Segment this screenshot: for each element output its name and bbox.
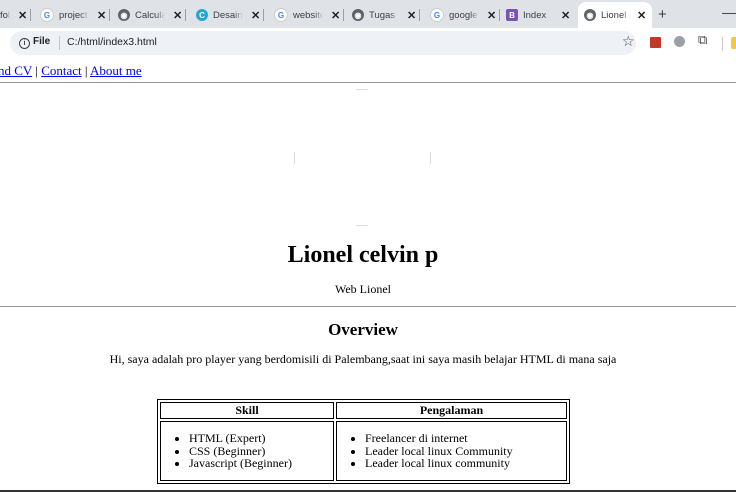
google-icon: G [40,8,54,22]
page-title: Lionel celvin p [287,242,439,268]
experience-cell: Freelancer di internet Leader local linu… [336,421,567,481]
table-header-row: Skill Pengalaman [160,402,567,419]
tab-title: website [293,9,323,21]
divider [0,82,736,83]
page-subtitle: Web Lionel [334,282,391,296]
close-icon[interactable]: ✕ [173,9,182,22]
tab-title: google [449,9,478,21]
close-icon[interactable]: ✕ [97,9,106,22]
google-icon: G [274,8,288,22]
close-icon[interactable]: ✕ [251,9,260,22]
tab-lionel-active[interactable]: ◉ Lionel c ✕ [578,2,653,28]
extensions-puzzle-icon[interactable]: ⧉ [698,33,707,48]
tab-title: Calculat [135,9,165,21]
skills-cell: HTML (Expert) CSS (Beginner) Javascript … [160,421,334,481]
list-item: Leader local linux community [365,457,566,470]
tab-website[interactable]: G website ✕ [274,4,345,26]
overview-heading: Overview [328,320,398,339]
globe-icon: ◉ [118,9,130,21]
table-row: HTML (Expert) CSS (Beginner) Javascript … [160,421,567,481]
close-icon[interactable]: ✕ [561,9,570,22]
skills-table: Skill Pengalaman HTML (Expert) CSS (Begi… [157,399,570,484]
globe-icon: ◉ [584,9,596,21]
overview-text: Hi, saya adalah pro player yang berdomis… [109,352,617,366]
minimize-button[interactable]: — [722,4,736,20]
tab-title: Index [523,9,547,21]
table-header: Pengalaman [336,402,567,419]
bookmark-star-icon[interactable]: ☆ [622,34,635,50]
tab-desain[interactable]: C Desain ✕ [196,4,265,26]
page-nav: nd CV | Contact | About me [0,63,142,78]
info-icon[interactable]: i [19,38,30,49]
scheme-label: File [33,36,51,47]
experience-list: Freelancer di internet Leader local linu… [337,432,566,470]
nav-link-cv[interactable]: nd CV [0,63,32,78]
tab-title: foli [0,9,10,21]
bootstrap-icon: B [506,9,518,21]
globe-icon: ◉ [352,9,364,21]
tab-tugas[interactable]: ◉ Tugas ✕ [352,4,421,26]
address-bar[interactable]: i File C:/html/index3.html ☆ [10,31,636,55]
close-icon[interactable]: ✕ [18,9,27,22]
list-item: Freelancer di internet [365,432,566,445]
skills-list: HTML (Expert) CSS (Beginner) Javascript … [161,432,333,470]
tab-google[interactable]: G google ✕ [430,4,501,26]
tab-strip: foli ✕ G project ✕ ◉ Calculat ✕ C Desain… [0,0,736,28]
divider [0,306,736,307]
tab-title: Desain [213,9,243,21]
list-item: HTML (Expert) [189,432,333,445]
nav-link-contact[interactable]: Contact [41,63,81,78]
tab-title: Lionel c [601,9,631,21]
close-icon[interactable]: ✕ [487,9,496,22]
tab-calculator[interactable]: ◉ Calculat ✕ [118,4,187,26]
table-header: Skill [160,402,334,419]
new-tab-button[interactable]: + [658,6,667,23]
nav-link-about[interactable]: About me [90,63,142,78]
tab-title: project [59,9,88,21]
profile-icon[interactable] [731,37,736,49]
close-icon[interactable]: ✕ [331,9,340,22]
close-icon[interactable]: ✕ [407,9,416,22]
extension-globe-icon[interactable] [674,36,685,47]
tab-index[interactable]: B Index ✕ [506,4,570,26]
browser-toolbar: i File C:/html/index3.html ☆ [0,28,736,58]
canva-icon: C [196,9,208,21]
google-icon: G [430,8,444,22]
extension-icon[interactable] [650,37,661,48]
tab-project[interactable]: G project ✕ [40,4,111,26]
list-item: Javascript (Beginner) [189,457,333,470]
close-icon[interactable]: ✕ [637,9,646,22]
url-text[interactable]: C:/html/index3.html [67,36,157,48]
tab-title: Tugas [369,9,396,21]
tab-foli[interactable]: foli ✕ [0,4,32,26]
